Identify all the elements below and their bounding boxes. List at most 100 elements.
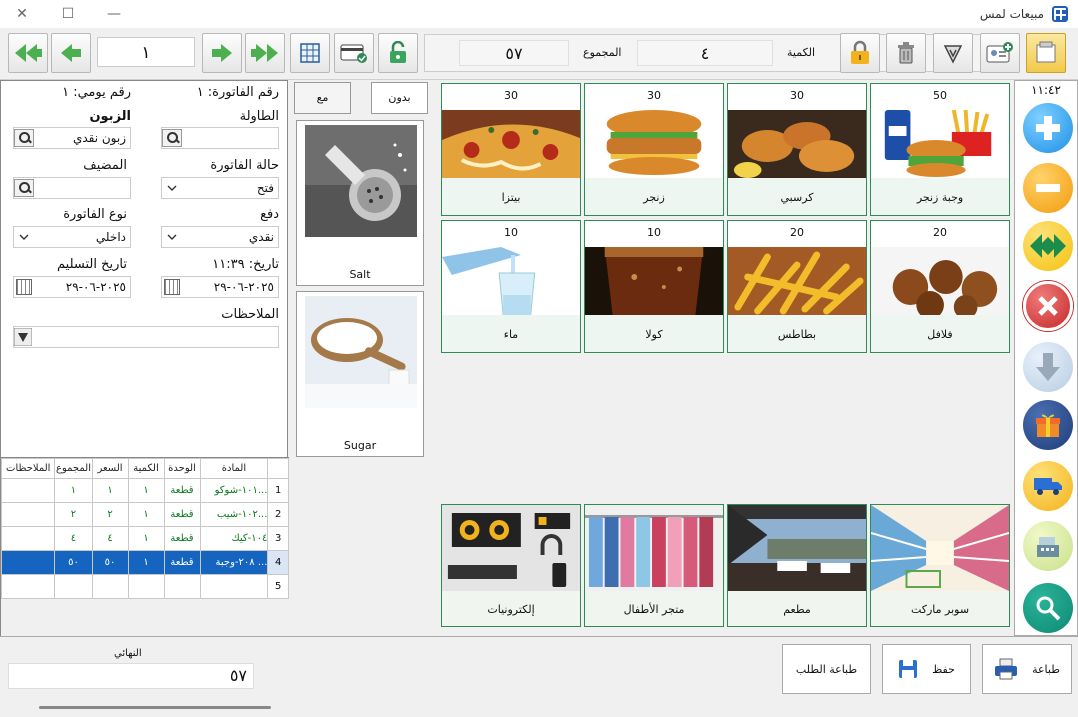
category-kids-store[interactable]: متجر الأطفال: [584, 504, 724, 627]
qty-cell[interactable]: ١: [127, 550, 165, 575]
new-customer-button[interactable]: [980, 33, 1020, 73]
product-cola[interactable]: 10 كولا: [584, 220, 724, 353]
unit-cell[interactable]: [163, 574, 201, 599]
note-cell[interactable]: [0, 502, 56, 527]
modifier-salt[interactable]: Salt: [296, 120, 424, 286]
price-cell[interactable]: ٥٠: [91, 550, 129, 575]
item-cell[interactable]: ١٠١-شوكو...: [199, 478, 269, 503]
cancel-item-button[interactable]: [1023, 281, 1073, 331]
delivery-button[interactable]: [1023, 461, 1073, 511]
decrease-quantity-button[interactable]: [1023, 163, 1073, 213]
product-pizza[interactable]: 30 بيتزا: [441, 83, 581, 216]
product-zinger[interactable]: 30 زنجر: [584, 83, 724, 216]
delete-button[interactable]: [886, 33, 926, 73]
unit-cell[interactable]: قطعة: [163, 478, 201, 503]
status-select[interactable]: فتح: [161, 177, 279, 199]
qty-cell[interactable]: ١: [127, 478, 165, 503]
calendar-icon[interactable]: [16, 279, 32, 295]
print-order-label: طباعة الطلب: [795, 662, 858, 676]
calendar-icon[interactable]: [164, 279, 180, 295]
item-cell[interactable]: ٢٠٨-وجبة ...: [199, 550, 269, 575]
table-row-new[interactable]: 5: [0, 574, 289, 599]
minus-icon: [1036, 184, 1060, 192]
notes-field[interactable]: [13, 326, 279, 348]
table-row[interactable]: ١ ١ ١ قطعة ١٠١-شوكو... 1: [0, 478, 289, 503]
note-cell[interactable]: [0, 526, 56, 551]
record-number-field[interactable]: ١: [97, 37, 195, 67]
table-row[interactable]: ٤ ٤ ١ قطعة ١٠٤-كيك 3: [0, 526, 289, 551]
clock-label: ١١:٤٢: [1031, 83, 1061, 97]
cash-register-button[interactable]: [1023, 521, 1073, 571]
product-name: ماء: [442, 315, 580, 352]
move-down-button[interactable]: [1023, 342, 1073, 392]
item-cell[interactable]: ١٠٤-كيك: [199, 526, 269, 551]
print-order-button[interactable]: طباعة الطلب: [782, 644, 871, 694]
product-water[interactable]: 10 ماء: [441, 220, 581, 353]
add-quantity-button[interactable]: [1023, 103, 1073, 153]
price-cell[interactable]: ١: [91, 478, 129, 503]
product-zinger-meal[interactable]: 50 وجبة زنجر: [870, 83, 1010, 216]
unit-cell[interactable]: قطعة: [163, 550, 201, 575]
delivery-truck-icon: [1034, 478, 1062, 495]
pizza-image: [442, 110, 580, 178]
category-electronics[interactable]: إلكترونيات: [441, 504, 581, 627]
dropdown-triangle-icon[interactable]: [14, 328, 32, 346]
notes-button[interactable]: [1026, 33, 1066, 73]
gift-button[interactable]: [1023, 400, 1073, 450]
table-row[interactable]: ٢ ٢ ١ قطعة ١٠٢-شيب... 2: [0, 502, 289, 527]
qty-cell[interactable]: [127, 574, 165, 599]
table-search-icon[interactable]: [162, 129, 182, 147]
print-button[interactable]: طباعة: [982, 644, 1072, 694]
payment-card-button[interactable]: [334, 33, 374, 73]
note-cell[interactable]: [0, 550, 56, 575]
previous-record-button[interactable]: [51, 33, 91, 73]
without-button[interactable]: بدون: [371, 82, 428, 114]
lock-button[interactable]: [840, 33, 880, 73]
unit-cell[interactable]: قطعة: [163, 526, 201, 551]
grid-view-button[interactable]: [290, 33, 330, 73]
table-row-selected[interactable]: ٥٠ ٥٠ ١ قطعة ٢٠٨-وجبة ... 4: [0, 550, 289, 575]
price-cell[interactable]: ٢: [91, 502, 129, 527]
unlock-button[interactable]: [378, 33, 418, 73]
column-header: الكمية: [127, 458, 165, 479]
category-restaurant[interactable]: مطعم: [727, 504, 867, 627]
invoice-type-select[interactable]: داخلي: [13, 226, 131, 248]
delivery-date-label: تاريخ التسليم: [57, 257, 127, 272]
modifier-sugar[interactable]: Sugar: [296, 291, 424, 457]
payment-select[interactable]: نقدي: [161, 226, 279, 248]
maximize-window-button[interactable]: ☐: [56, 4, 80, 24]
price-cell[interactable]: [91, 574, 129, 599]
item-cell[interactable]: ١٠٢-شيب...: [199, 502, 269, 527]
last-record-button[interactable]: [245, 33, 285, 73]
with-button[interactable]: مع: [294, 82, 351, 114]
category-supermarket[interactable]: سوبر ماركت: [870, 504, 1010, 627]
product-fries[interactable]: 20 بطاطس: [727, 220, 867, 353]
unit-cell[interactable]: قطعة: [163, 502, 201, 527]
first-record-button[interactable]: [8, 33, 48, 73]
product-price: 50: [933, 89, 947, 102]
search-button[interactable]: [1023, 583, 1073, 633]
close-window-button[interactable]: ✕: [10, 4, 34, 24]
save-button[interactable]: حفظ: [882, 644, 971, 694]
qty-cell[interactable]: ١: [127, 502, 165, 527]
product-crispy[interactable]: 30 كرسبي: [727, 83, 867, 216]
salt-shaker-image: [305, 125, 417, 237]
discount-button[interactable]: [933, 33, 973, 73]
host-search-icon[interactable]: [14, 179, 34, 197]
double-arrow-right-icon: [251, 44, 278, 62]
customer-search-icon[interactable]: [14, 129, 34, 147]
credit-card-check-icon: [340, 44, 367, 63]
product-falafel[interactable]: 20 فلافل: [870, 220, 1010, 353]
arrow-down-icon: [1036, 353, 1060, 381]
price-cell[interactable]: ٤: [91, 526, 129, 551]
swap-item-button[interactable]: [1023, 221, 1073, 271]
note-cell[interactable]: [0, 478, 56, 503]
horizontal-scrollbar[interactable]: [39, 706, 271, 709]
minimize-window-button[interactable]: —: [102, 4, 126, 24]
note-cell[interactable]: [0, 574, 56, 599]
item-cell[interactable]: [199, 574, 269, 599]
final-total-label: النهائي: [114, 648, 142, 659]
next-record-button[interactable]: [202, 33, 242, 73]
product-price: 30: [504, 89, 518, 102]
qty-cell[interactable]: ١: [127, 526, 165, 551]
